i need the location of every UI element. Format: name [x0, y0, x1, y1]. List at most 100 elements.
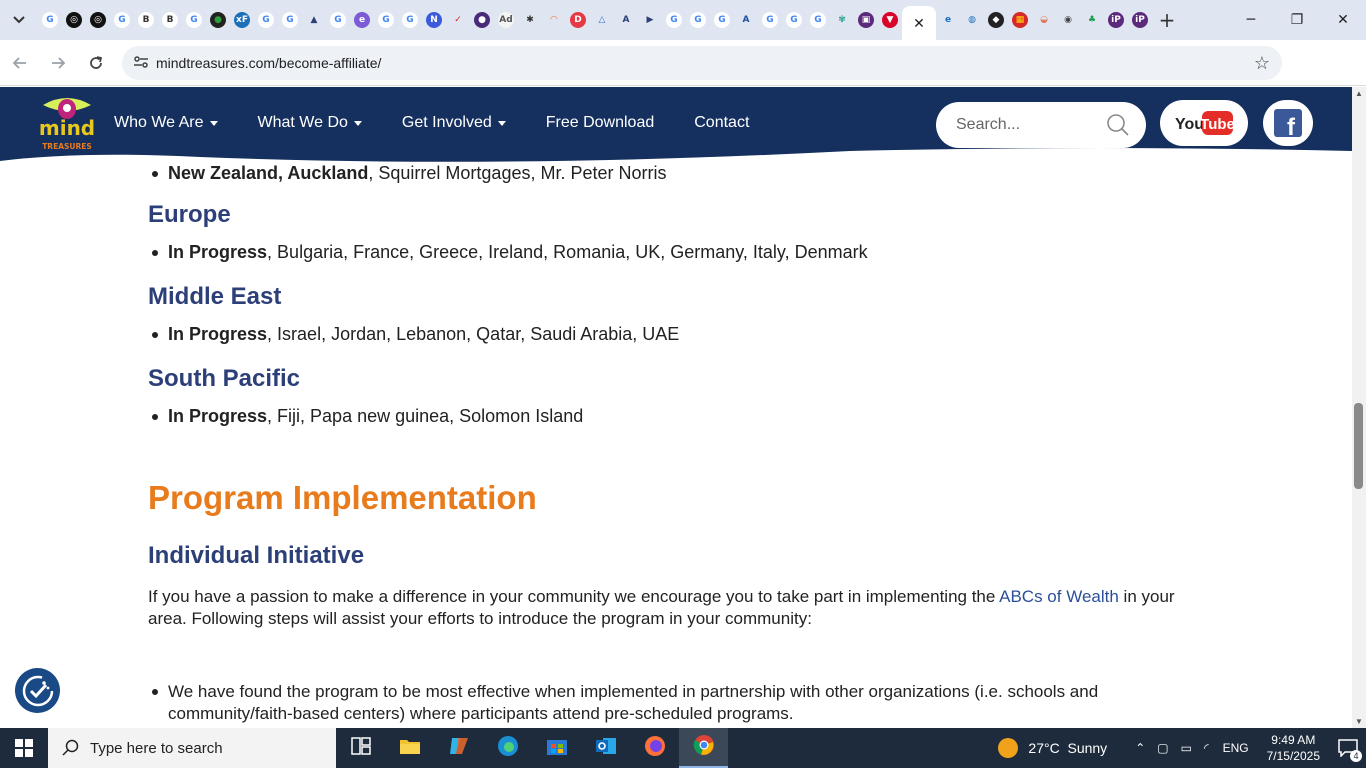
browser-tab[interactable]: D [566, 0, 590, 40]
close-window-button[interactable]: ✕ [1320, 0, 1366, 40]
notification-button[interactable]: 4 [1330, 728, 1366, 768]
browser-tab[interactable]: G [38, 0, 62, 40]
svg-text:TREASURES: TREASURES [42, 142, 92, 151]
wifi-icon[interactable]: ◜ [1204, 741, 1209, 755]
taskbar-app-store[interactable] [532, 728, 581, 768]
active-tab[interactable]: ✕ [902, 6, 936, 40]
restore-button[interactable]: ❐ [1274, 0, 1320, 40]
url-text[interactable]: mindtreasures.com/become-affiliate/ [156, 55, 381, 71]
browser-tab[interactable]: G [686, 0, 710, 40]
browser-tab[interactable]: G [182, 0, 206, 40]
bookmark-star-icon[interactable]: ☆ [1254, 53, 1270, 74]
file-explorer-icon [399, 737, 421, 760]
browser-tab[interactable]: B [134, 0, 158, 40]
browser-tab[interactable]: ▣ [854, 0, 878, 40]
browser-tab[interactable]: ◒ [1032, 0, 1056, 40]
browser-tab[interactable]: ● [206, 0, 230, 40]
browser-tab[interactable]: N [422, 0, 446, 40]
accessibility-button[interactable] [15, 668, 60, 713]
browser-tab[interactable]: G [110, 0, 134, 40]
search-icon[interactable] [1106, 113, 1130, 142]
intro-text: If you have a passion to make a differen… [148, 587, 1000, 606]
browser-tab[interactable]: ◉ [1056, 0, 1080, 40]
nav-item-get-involved[interactable]: Get Involved [402, 114, 506, 132]
taskbar-app-copilot[interactable] [434, 728, 483, 768]
language-indicator[interactable]: ENG [1223, 741, 1249, 755]
taskbar-app-outlook[interactable] [581, 728, 630, 768]
browser-tab[interactable]: ◠ [542, 0, 566, 40]
forward-button[interactable] [40, 45, 76, 81]
ip-icon: iP [1108, 12, 1124, 28]
taskbar-app-edge[interactable] [483, 728, 532, 768]
browser-tab[interactable]: A [734, 0, 758, 40]
facebook-button[interactable]: f [1263, 100, 1313, 146]
browser-tab[interactable]: ▲ [302, 0, 326, 40]
browser-tab[interactable]: ✾ [830, 0, 854, 40]
scroll-up-arrow-icon[interactable]: ▲ [1355, 89, 1363, 98]
browser-tab[interactable]: ◍ [960, 0, 984, 40]
browser-tab[interactable]: G [710, 0, 734, 40]
site-logo[interactable]: mind TREASURES [37, 95, 97, 151]
chevron-up-icon[interactable]: ⌃ [1135, 741, 1145, 755]
browser-tab[interactable]: B [158, 0, 182, 40]
clock[interactable]: 9:49 AM 7/15/2025 [1267, 732, 1320, 764]
browser-tab[interactable]: ♣ [1080, 0, 1104, 40]
browser-tab[interactable]: G [326, 0, 350, 40]
browser-tab[interactable]: G [374, 0, 398, 40]
youtube-button[interactable]: You Tube [1160, 100, 1248, 146]
browser-tab[interactable]: ✓ [446, 0, 470, 40]
start-button[interactable] [0, 728, 48, 768]
browser-tab[interactable]: ● [470, 0, 494, 40]
browser-tab[interactable]: G [662, 0, 686, 40]
browser-tab[interactable]: iP [1128, 0, 1152, 40]
browser-tab[interactable]: G [758, 0, 782, 40]
browser-tab[interactable]: G [806, 0, 830, 40]
site-search[interactable] [936, 102, 1146, 148]
nav-item-contact[interactable]: Contact [694, 114, 749, 132]
browser-tab[interactable]: G [278, 0, 302, 40]
scrollbar-thumb[interactable] [1354, 403, 1363, 489]
taskbar-app-firefox[interactable] [630, 728, 679, 768]
browser-tab[interactable]: ▦ [1008, 0, 1032, 40]
browser-tab[interactable]: iP [1104, 0, 1128, 40]
check-icon: ✓ [450, 12, 466, 28]
browser-tab[interactable]: ◎ [62, 0, 86, 40]
browser-tab[interactable]: xF [230, 0, 254, 40]
browser-tab[interactable]: ▼ [878, 0, 902, 40]
browser-tab[interactable]: △ [590, 0, 614, 40]
search-input[interactable] [956, 116, 1096, 134]
nav-item-who-we-are[interactable]: Who We Are [114, 114, 218, 132]
site-info-icon[interactable] [126, 55, 156, 72]
page-scrollbar[interactable]: ▲ ▼ [1352, 87, 1366, 728]
battery-icon[interactable]: ▭ [1181, 741, 1192, 755]
address-bar[interactable]: mindtreasures.com/become-affiliate/ ☆ [122, 46, 1282, 80]
browser-tab[interactable]: e [350, 0, 374, 40]
taskbar-app-file-explorer[interactable] [385, 728, 434, 768]
taskbar-search[interactable]: Type here to search [48, 728, 336, 768]
back-button[interactable] [2, 45, 38, 81]
taskbar-app-task-view[interactable] [336, 728, 385, 768]
browser-tab[interactable]: G [398, 0, 422, 40]
new-tab-button[interactable]: + [1152, 0, 1182, 40]
browser-tab[interactable]: ◎ [86, 0, 110, 40]
browser-tab[interactable]: ▶ [638, 0, 662, 40]
browser-tab[interactable]: G [782, 0, 806, 40]
taskbar-app-chrome[interactable] [679, 728, 728, 768]
browser-tab[interactable]: A [614, 0, 638, 40]
browser-tab[interactable]: Ad [494, 0, 518, 40]
browser-tab[interactable]: ✱ [518, 0, 542, 40]
meet-icon[interactable]: ▢ [1157, 741, 1168, 755]
tab-search-button[interactable] [0, 0, 38, 40]
browser-tab[interactable]: G [254, 0, 278, 40]
browser-tab[interactable]: ◆ [984, 0, 1008, 40]
reload-button[interactable] [78, 45, 114, 81]
minimize-button[interactable]: ─ [1228, 0, 1274, 40]
weather-widget[interactable]: 27°C Sunny [998, 738, 1107, 758]
status-label: In Progress [168, 242, 268, 262]
nav-item-what-we-do[interactable]: What We Do [258, 114, 362, 132]
close-icon[interactable]: ✕ [913, 15, 925, 32]
scroll-down-arrow-icon[interactable]: ▼ [1355, 717, 1363, 726]
abcs-of-wealth-link[interactable]: ABCs of Wealth [999, 587, 1119, 606]
nav-item-free-download[interactable]: Free Download [546, 114, 655, 132]
browser-tab[interactable]: e [936, 0, 960, 40]
